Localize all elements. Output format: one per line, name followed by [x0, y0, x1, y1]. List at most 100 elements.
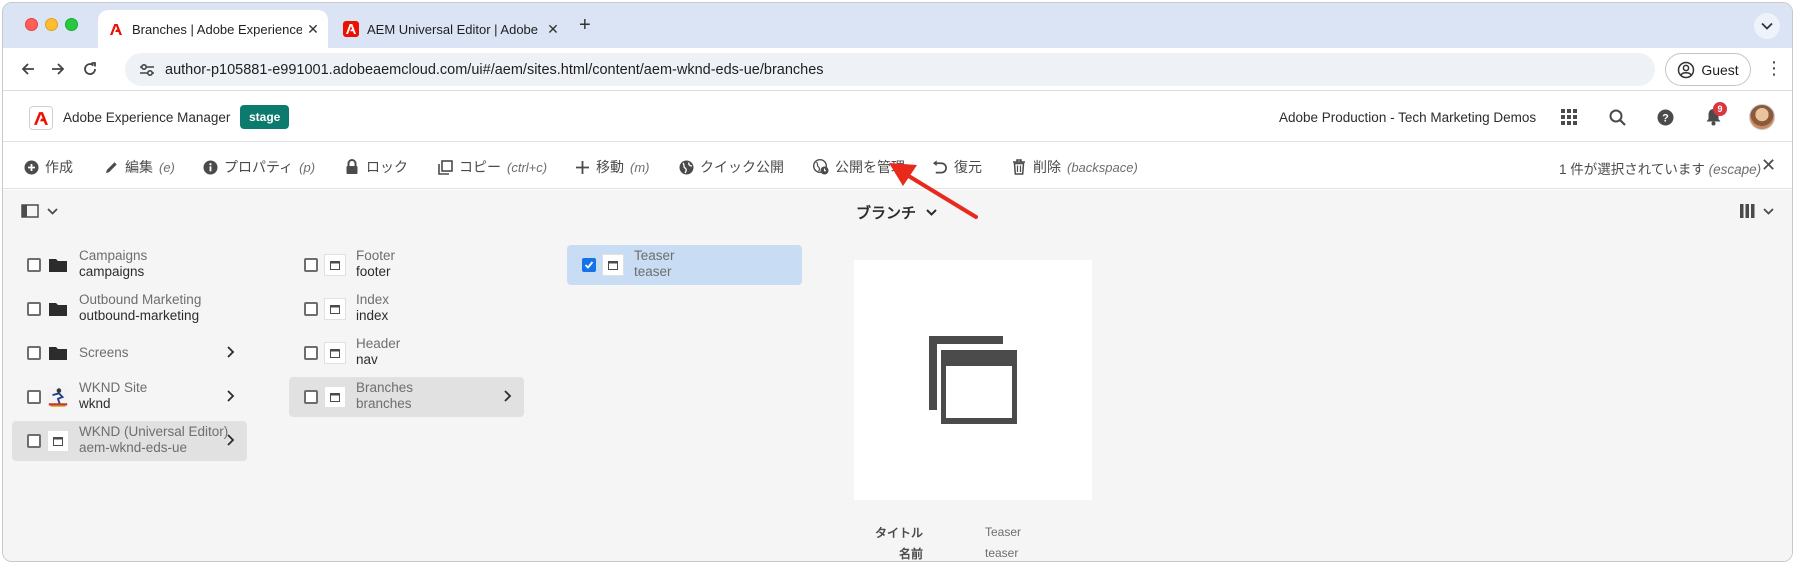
adobe-logo-icon[interactable]: [29, 106, 53, 130]
new-tab-icon[interactable]: +: [579, 15, 591, 35]
annotation-arrow: [889, 163, 978, 219]
item-checkbox[interactable]: [304, 390, 318, 404]
rail-toggle-button[interactable]: [21, 204, 58, 218]
globe-icon: [678, 159, 694, 175]
item-name: footer: [356, 264, 391, 279]
edit-button[interactable]: 編集 (e): [103, 157, 175, 177]
chevron-right-icon[interactable]: [223, 433, 237, 447]
item-checkbox[interactable]: [304, 346, 318, 360]
back-icon[interactable]: [15, 56, 41, 82]
item-labels: Header nav: [356, 336, 400, 368]
site-settings-icon[interactable]: [133, 63, 161, 77]
tab-title: AEM Universal Editor | Adobe Experience …: [367, 21, 542, 37]
item-title: Index: [356, 292, 390, 307]
meta-title-label: タイトル: [874, 526, 923, 540]
delete-button[interactable]: 削除 (backspace): [1011, 157, 1138, 177]
item-name: branches: [356, 396, 412, 411]
copy-icon: [437, 159, 453, 175]
create-button[interactable]: 作成: [23, 157, 73, 177]
chevron-down-icon: [1763, 207, 1774, 215]
folder-icon: [47, 342, 69, 364]
lock-button[interactable]: ロック: [344, 157, 408, 177]
item-labels: WKND Site wknd: [79, 380, 147, 412]
exit-selection-close-icon[interactable]: ✕: [1761, 156, 1776, 174]
list-item-footer[interactable]: Footer footer: [289, 245, 524, 285]
user-avatar[interactable]: [1749, 104, 1775, 130]
list-item-teaser[interactable]: Teaser teaser: [567, 245, 802, 285]
page-icon: [324, 386, 346, 408]
search-icon[interactable]: [1605, 105, 1629, 129]
adobe-logo-icon: [108, 21, 124, 37]
meta-name-label: 名前: [898, 547, 923, 561]
item-name: campaigns: [79, 264, 145, 279]
item-checkbox[interactable]: [27, 302, 41, 316]
tab-strip: Branches | Adobe Experience Manager ✕ AE…: [3, 3, 1792, 48]
action-label: 編集: [125, 159, 153, 175]
item-checkbox[interactable]: [304, 302, 318, 316]
action-shortcut: (backspace): [1067, 159, 1138, 175]
forward-icon[interactable]: [45, 56, 71, 82]
maximize-window-button[interactable]: [65, 18, 78, 31]
list-item-campaigns[interactable]: Campaigns campaigns: [12, 245, 247, 285]
page-icon: [324, 298, 346, 320]
tab-search-chevron-icon[interactable]: [1754, 13, 1780, 39]
chevron-down-icon: [47, 207, 58, 215]
action-label: 移動: [596, 159, 624, 175]
app-name[interactable]: Adobe Experience Manager: [63, 110, 230, 125]
item-labels: Index index: [356, 292, 389, 324]
move-button[interactable]: 移動 (m): [574, 157, 650, 177]
action-label: 作成: [45, 159, 73, 175]
chevron-right-icon[interactable]: [223, 389, 237, 403]
chevron-right-icon[interactable]: [223, 345, 237, 359]
list-item-branches[interactable]: Branches branches: [289, 377, 524, 417]
item-name: aem-wknd-eds-ue: [79, 440, 188, 455]
tab-universal-editor[interactable]: AEM Universal Editor | Adobe Experience …: [333, 10, 568, 48]
view-switcher-button[interactable]: [1740, 204, 1774, 218]
item-checkbox[interactable]: [304, 258, 318, 272]
close-window-button[interactable]: [25, 18, 38, 31]
lock-icon: [344, 159, 360, 175]
globe-clock-icon: [813, 159, 829, 175]
wknd-site-thumbnail: [47, 386, 69, 408]
organization-name[interactable]: Adobe Production - Tech Marketing Demos: [1279, 110, 1536, 125]
tab-branches[interactable]: Branches | Adobe Experience Manager ✕: [98, 10, 328, 48]
item-checkbox[interactable]: [27, 346, 41, 360]
action-label: コピー: [459, 159, 501, 175]
minimize-window-button[interactable]: [45, 18, 58, 31]
help-icon[interactable]: ?: [1653, 105, 1677, 129]
environment-badge: stage: [240, 105, 290, 129]
item-labels: WKND (Universal Editor) aem-wknd-eds-ue: [79, 424, 228, 456]
profile-icon: [1678, 61, 1695, 78]
browser-menu-icon[interactable]: ⋮: [1765, 58, 1783, 79]
reload-icon[interactable]: [77, 56, 103, 82]
list-item-index[interactable]: Index index: [289, 289, 524, 329]
profile-button[interactable]: Guest: [1665, 53, 1751, 86]
item-checkbox-checked[interactable]: [582, 258, 596, 272]
chevron-right-icon[interactable]: [500, 389, 514, 403]
action-label: 削除: [1033, 159, 1061, 175]
list-item-header[interactable]: Header nav: [289, 333, 524, 373]
pages-icon: [929, 336, 1017, 424]
properties-button[interactable]: プロパティ (p): [202, 157, 315, 177]
copy-button[interactable]: コピー (ctrl+c): [437, 157, 547, 177]
item-labels: Campaigns campaigns: [79, 248, 147, 280]
info-icon: [202, 159, 218, 175]
list-item-wknd-universal-editor[interactable]: WKND (Universal Editor) aem-wknd-eds-ue: [12, 421, 247, 461]
action-shortcut: (m): [630, 159, 650, 175]
item-labels: Teaser teaser: [634, 248, 675, 280]
address-bar[interactable]: author-p105881-e991001.adobeaemcloud.com…: [125, 53, 1655, 86]
list-item-screens[interactable]: Screens: [12, 333, 247, 373]
solutions-grid-icon[interactable]: [1557, 105, 1581, 129]
list-item-outbound-marketing[interactable]: Outbound Marketing outbound-marketing: [12, 289, 247, 329]
item-checkbox[interactable]: [27, 390, 41, 404]
close-tab-icon[interactable]: ✕: [542, 21, 564, 38]
folder-icon: [47, 298, 69, 320]
item-checkbox[interactable]: [27, 434, 41, 448]
item-checkbox[interactable]: [27, 258, 41, 272]
action-label: ロック: [366, 159, 408, 175]
quick-publish-button[interactable]: クイック公開: [678, 157, 784, 177]
tab-title: Branches | Adobe Experience Manager: [132, 21, 302, 37]
page-icon: [47, 430, 69, 452]
list-item-wknd-site[interactable]: WKND Site wknd: [12, 377, 247, 417]
close-tab-icon[interactable]: ✕: [302, 21, 324, 38]
